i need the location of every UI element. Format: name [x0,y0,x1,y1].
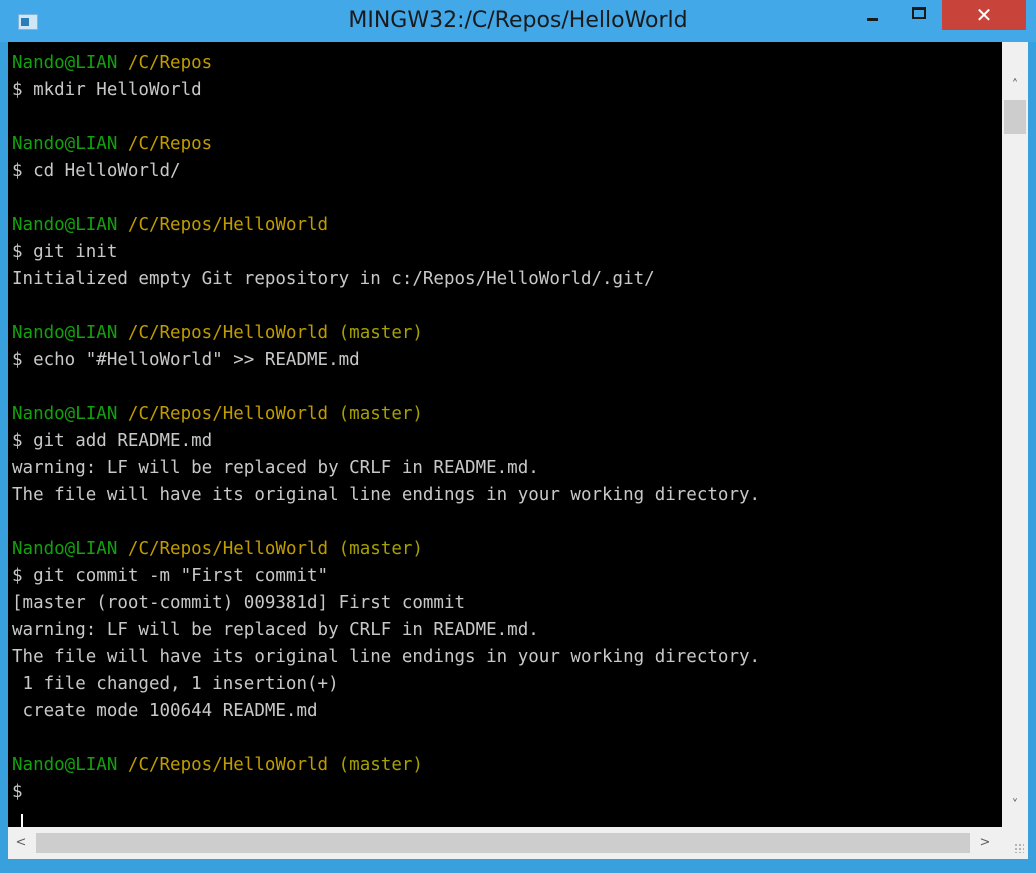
prompt-line: Nando@LIAN /C/Repos/HelloWorld (master) [12,401,423,428]
prompt-user: Nando@LIAN [12,53,118,73]
terminal-window: MINGW32:/C/Repos/HelloWorld ✕ Nando@LIAN… [0,0,1036,873]
prompt-user: Nando@LIAN [12,323,118,343]
text-cursor [21,814,23,827]
prompt-user: Nando@LIAN [12,404,118,424]
resize-grip-icon[interactable] [1002,827,1028,859]
prompt-branch: (master) [338,755,423,775]
scroll-right-icon[interactable]: > [972,827,998,859]
prompt-line: Nando@LIAN /C/Repos/HelloWorld (master) [12,536,423,563]
prompt-path: /C/Repos/HelloWorld [127,215,329,235]
title-bar[interactable]: MINGW32:/C/Repos/HelloWorld ✕ [0,0,1036,42]
prompt-path: /C/Repos [127,134,213,154]
vertical-scroll-thumb[interactable] [1004,100,1026,134]
prompt-user: Nando@LIAN [12,215,118,235]
prompt-line: Nando@LIAN /C/Repos/HelloWorld [12,212,328,239]
output-line: Initialized empty Git repository in c:/R… [12,269,655,289]
close-button[interactable]: ✕ [942,0,1026,30]
output-line: The file will have its original line end… [12,647,761,667]
output-line: 1 file changed, 1 insertion(+) [12,674,339,694]
prompt-line: Nando@LIAN /C/Repos/HelloWorld (master) [12,752,423,779]
prompt-line: Nando@LIAN /C/Repos [12,50,212,77]
prompt-user: Nando@LIAN [12,755,118,775]
horizontal-scroll-thumb[interactable] [36,833,970,853]
minimize-button[interactable] [850,0,896,30]
output-line: $ echo "#HelloWorld" >> README.md [12,350,360,370]
prompt-path: /C/Repos [127,53,213,73]
prompt-path: /C/Repos/HelloWorld [127,323,329,343]
prompt-user: Nando@LIAN [12,134,118,154]
prompt-user: Nando@LIAN [12,539,118,559]
prompt-branch: (master) [338,404,423,424]
output-line: create mode 100644 README.md [12,701,318,721]
prompt-path: /C/Repos/HelloWorld [127,539,329,559]
horizontal-scrollbar[interactable]: < > [8,827,1002,859]
scroll-down-icon[interactable]: ˅ [1002,794,1028,818]
output-line: $ git commit -m "First commit" [12,566,329,586]
output-line: The file will have its original line end… [12,485,761,505]
output-line: warning: LF will be replaced by CRLF in … [12,458,539,478]
prompt-branch: (master) [338,323,423,343]
prompt-path: /C/Repos/HelloWorld [127,755,329,775]
vertical-scrollbar[interactable]: ˄ ˅ [1002,42,1028,827]
output-line: [master (root-commit) 009381d] First com… [12,593,466,613]
terminal-output[interactable]: Nando@LIAN /C/Repos $ mkdir HelloWorld Nan… [8,42,1002,827]
maximize-icon [912,7,926,19]
scroll-left-icon[interactable]: < [8,827,34,859]
window-frame-bottom [0,859,1036,873]
output-line: $ cd HelloWorld/ [12,161,181,181]
prompt-branch: (master) [338,539,423,559]
output-line: $ [12,782,23,802]
output-line: $ git add README.md [12,431,213,451]
minimize-icon [867,18,878,21]
maximize-button[interactable] [896,0,942,30]
output-line: warning: LF will be replaced by CRLF in … [12,620,539,640]
scroll-up-icon[interactable]: ˄ [1002,74,1028,98]
output-line: $ git init [12,242,118,262]
close-icon: ✕ [975,3,993,27]
output-line: $ mkdir HelloWorld [12,80,202,100]
prompt-path: /C/Repos/HelloWorld [127,404,329,424]
prompt-line: Nando@LIAN /C/Repos/HelloWorld (master) [12,320,423,347]
prompt-line: Nando@LIAN /C/Repos [12,131,212,158]
